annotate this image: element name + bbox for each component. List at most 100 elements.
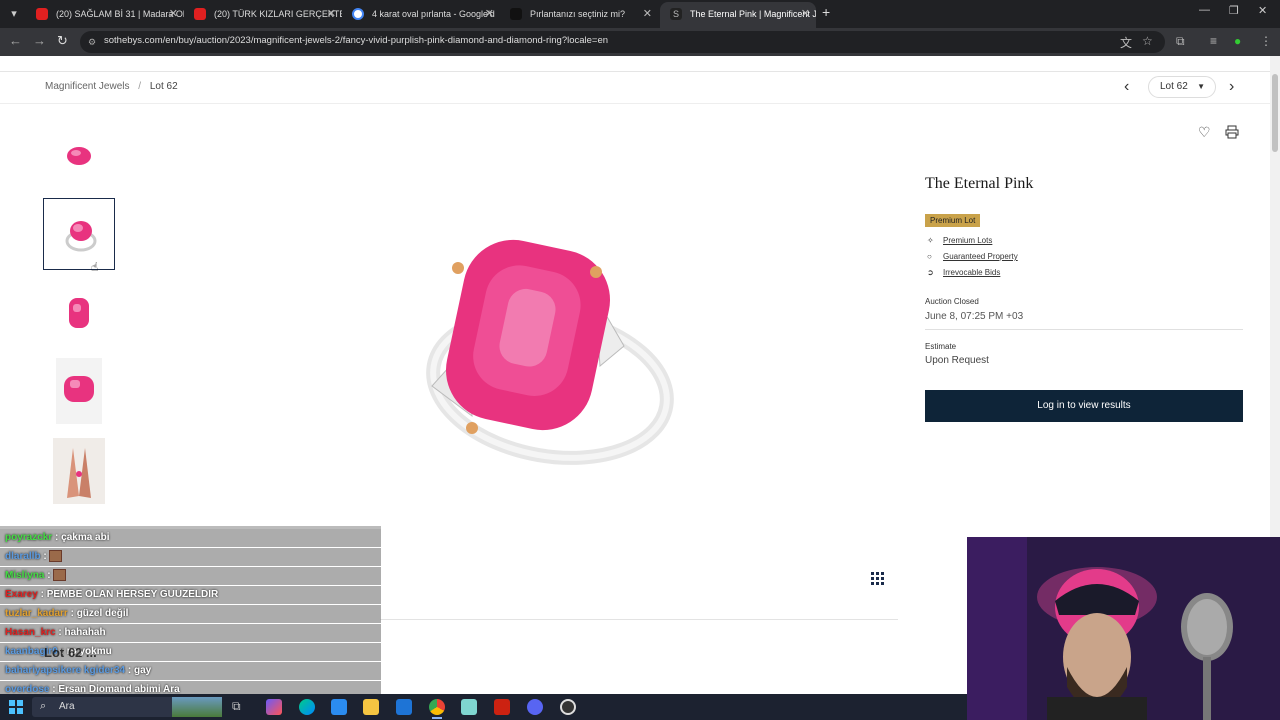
guarantee-icon: ○ [927, 252, 932, 261]
minimize-icon[interactable]: — [1199, 4, 1210, 16]
thumbnail-1[interactable] [43, 120, 115, 192]
close-icon[interactable]: ✕ [169, 2, 178, 26]
feature-irrevocable-bids[interactable]: ➲ Irrevocable Bids [927, 268, 1000, 277]
chat-message: Hasan_krc : hahahah [0, 624, 381, 642]
chevron-down-icon: ▼ [1197, 82, 1205, 91]
main-lot-image[interactable] [410, 216, 690, 496]
auction-date: June 8, 07:25 PM +03 [925, 311, 1024, 322]
browser-tab-5[interactable]: S The Eternal Pink | Magnificent J ✕ [660, 2, 816, 28]
mouse-cursor-icon: ☝ [91, 260, 99, 274]
edge-icon[interactable] [299, 699, 315, 715]
discord-icon[interactable] [527, 699, 543, 715]
scrollbar-thumb[interactable] [1272, 74, 1278, 152]
chat-message: tuzlar_kadarr : güzel değil [0, 605, 381, 623]
menu-icon[interactable]: ⋮ [1260, 34, 1272, 48]
forward-icon[interactable]: → [33, 33, 46, 48]
tab-title: The Eternal Pink | Magnificent J [690, 9, 816, 19]
bookmark-star-icon[interactable]: ☆ [1142, 34, 1153, 48]
hands-thumbnail-image [67, 448, 91, 498]
favorite-heart-icon[interactable]: ♡ [1198, 124, 1211, 141]
browser-tab-bar: ▾ (20) SAĞLAM Bİ 31 | Madara Ok ✕ (20) T… [0, 0, 1280, 28]
store-icon[interactable] [331, 699, 347, 715]
lot-selector[interactable]: Lot 62 ▼ [1148, 76, 1216, 98]
windows-start-icon[interactable] [9, 700, 23, 714]
taskbar-search[interactable]: ⌕ Ara [32, 697, 222, 717]
task-view-icon[interactable]: ⧉ [232, 699, 248, 715]
thumbnail-3[interactable] [43, 278, 115, 350]
taskbar-search-placeholder: Ara [59, 701, 75, 712]
lot-selector-value: Lot 62 [1160, 81, 1188, 92]
restore-icon[interactable]: ❐ [1229, 4, 1239, 17]
previous-lot-icon[interactable]: ‹ [1124, 78, 1129, 96]
chat-message: dlarallb : [0, 548, 381, 566]
outlook-icon[interactable] [396, 699, 412, 715]
sothebys-icon: S [670, 8, 682, 20]
details-divider [925, 329, 1243, 330]
tab-title: (20) SAĞLAM Bİ 31 | Madara Ok [56, 9, 184, 19]
tab-title: Pırlantanızı seçtiniz mi? [530, 9, 626, 19]
browser-tab-4[interactable]: Pırlantanızı seçtiniz mi? ✕ [500, 2, 658, 28]
browser-tab-2[interactable]: (20) TÜRK KIZLARI GERÇEKTEN ✕ [184, 2, 342, 28]
thumbnail-4[interactable] [56, 358, 102, 424]
diamond-thumbnail-image [67, 147, 91, 165]
feature-guaranteed-property[interactable]: ○ Guaranteed Property [927, 252, 1018, 261]
ring-on-finger-thumbnail-image [64, 376, 94, 402]
pink-diamond-ring-image [426, 239, 674, 465]
stream-chat-overlay: poyrazckr : çakma abi dlarallb : Misliyn… [0, 526, 381, 694]
thumbnail-5[interactable] [53, 438, 105, 504]
profile-icon[interactable]: ● [1234, 34, 1241, 48]
feature-premium-lots[interactable]: ✧ Premium Lots [927, 236, 992, 245]
premium-lot-badge: Premium Lot [925, 214, 981, 227]
extensions-icon[interactable]: ⧉ [1176, 34, 1185, 49]
close-icon[interactable]: ✕ [643, 2, 652, 26]
close-icon[interactable]: ✕ [801, 2, 810, 26]
browser-tab-3[interactable]: 4 karat oval pırlanta - Google'd ✕ [342, 2, 500, 28]
content-divider [380, 619, 898, 620]
header-divider [0, 71, 1270, 72]
obs-icon[interactable] [560, 699, 576, 715]
voicemeeter-icon[interactable] [494, 699, 510, 715]
next-lot-icon[interactable]: › [1229, 78, 1234, 96]
chrome-icon[interactable] [429, 699, 445, 719]
copilot-icon[interactable] [266, 699, 282, 715]
chat-emote-icon [52, 569, 66, 582]
translate-icon[interactable]: 文 [1120, 34, 1132, 51]
thumbnail-2[interactable] [43, 198, 115, 270]
breadcrumb-separator: / [138, 81, 142, 92]
estimate-label: Estimate [925, 342, 957, 351]
reload-icon[interactable]: ↻ [57, 33, 68, 49]
tab-search-button[interactable]: ▾ [4, 4, 24, 24]
site-info-icon[interactable]: ⚙ [88, 37, 98, 47]
login-to-view-results-button[interactable]: Log in to view results [925, 390, 1243, 422]
close-icon[interactable]: ✕ [327, 2, 336, 26]
chat-message: poyrazckr : çakma abi [0, 529, 381, 547]
search-highlight-image [172, 697, 222, 717]
tab-title: 4 karat oval pırlanta - Google'd [372, 9, 495, 19]
irrevocable-icon: ➲ [927, 268, 934, 277]
close-icon[interactable]: ✕ [485, 2, 494, 26]
chat-message: overdose : Ersan Diomand abimi Ara [0, 681, 381, 694]
webcam-overlay [967, 537, 1280, 720]
new-tab-button[interactable]: + [822, 4, 830, 20]
youtube-icon [194, 8, 206, 20]
grid-view-icon[interactable] [871, 572, 884, 585]
media-icon[interactable]: ≡ [1210, 34, 1217, 48]
lot-title: The Eternal Pink [925, 175, 1034, 192]
tab-title: (20) TÜRK KIZLARI GERÇEKTEN [214, 9, 342, 19]
auction-status-label: Auction Closed [925, 297, 979, 306]
streamer-webcam-image [967, 537, 1280, 720]
back-icon[interactable]: ← [9, 33, 22, 48]
file-explorer-icon[interactable] [363, 699, 379, 715]
notepad-icon[interactable] [461, 699, 477, 715]
chat-message: bahariyapsikere kgider34 : gay [0, 662, 381, 680]
site-icon [510, 8, 522, 20]
breadcrumb-current: Lot 62 [149, 81, 178, 92]
breadcrumb: Magnificent Jewels / Lot 62 [45, 81, 178, 92]
print-icon[interactable] [1225, 125, 1239, 139]
window-close-icon[interactable]: ✕ [1258, 4, 1267, 17]
browser-toolbar: ← → ↻ ⚙ sothebys.com/en/buy/auction/2023… [0, 28, 1280, 56]
breadcrumb-parent[interactable]: Magnificent Jewels [45, 81, 129, 92]
address-bar[interactable]: ⚙ sothebys.com/en/buy/auction/2023/magni… [80, 31, 1165, 53]
overlay-caption: Lot 62 ... [44, 645, 97, 660]
browser-tab-1[interactable]: (20) SAĞLAM Bİ 31 | Madara Ok ✕ [26, 2, 184, 28]
